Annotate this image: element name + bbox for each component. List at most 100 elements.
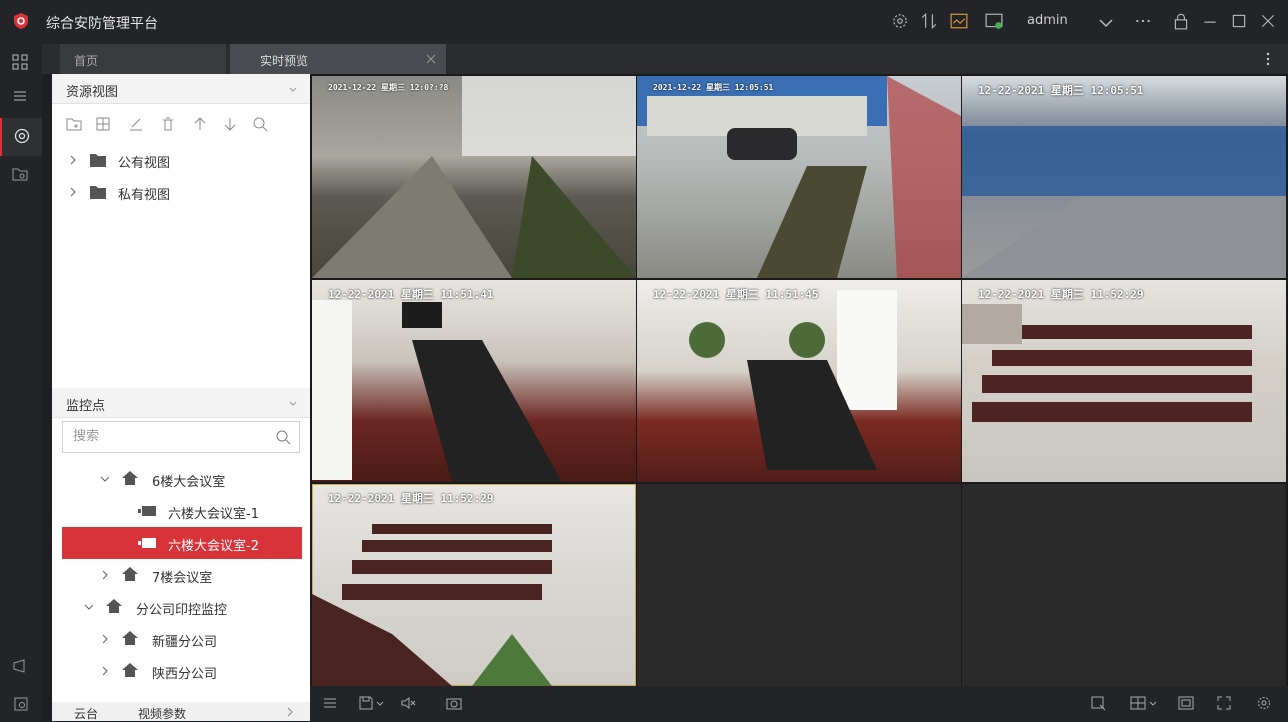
download-icon[interactable] bbox=[13, 696, 29, 712]
tree-node-7f-meeting-room[interactable]: 7楼会议室 bbox=[52, 559, 310, 591]
tree-item-public-view[interactable]: 公有视图 bbox=[52, 144, 310, 176]
camera-icon bbox=[138, 538, 156, 548]
collapse-chevron-icon[interactable] bbox=[288, 84, 298, 94]
close-icon[interactable] bbox=[1259, 12, 1277, 30]
save-chevron-down-icon[interactable] bbox=[376, 700, 384, 708]
tree-item-label: 私有视图 bbox=[118, 188, 171, 203]
chevron-right-icon[interactable] bbox=[68, 155, 78, 165]
left-rail bbox=[0, 44, 42, 721]
move-up-icon[interactable] bbox=[192, 116, 208, 132]
video-cell[interactable]: 12-22-2021 星期三 12:05:51 bbox=[962, 76, 1286, 278]
camera-item-selected[interactable]: 六楼大会议室-2 bbox=[62, 527, 302, 559]
maximize-icon[interactable] bbox=[1230, 12, 1248, 30]
lock-icon[interactable] bbox=[1172, 12, 1190, 30]
move-down-icon[interactable] bbox=[222, 116, 238, 132]
tree-node-label: 分公司印控监控 bbox=[136, 603, 228, 618]
tree-node-6f-meeting-room[interactable]: 6楼大会议室 bbox=[52, 463, 310, 495]
tree-node-shaanxi[interactable]: 陕西分公司 bbox=[52, 655, 310, 687]
more-icon[interactable] bbox=[1134, 12, 1152, 30]
tree-node-label: 新疆分公司 bbox=[152, 635, 218, 650]
chevron-down-icon[interactable] bbox=[84, 602, 94, 612]
folder-icon bbox=[90, 154, 106, 167]
live-preview-nav[interactable] bbox=[0, 118, 42, 156]
user-chevron-down-icon[interactable] bbox=[1097, 14, 1115, 32]
chevron-right-icon[interactable] bbox=[100, 634, 110, 644]
layout-grid-icon[interactable] bbox=[1130, 695, 1146, 711]
video-osd: 12-22-2021 星期三 11:52:29 bbox=[328, 492, 494, 505]
video-cell[interactable]: 2021-12-22 星期三 12:05:51 bbox=[637, 76, 961, 278]
resource-panel: 资源视图 公有视图 私有视图 监控点 6楼大会议室 六楼大会议室-1 六楼大会议… bbox=[52, 74, 310, 721]
search-icon[interactable] bbox=[275, 429, 291, 445]
camera-item[interactable]: 六楼大会议室-1 bbox=[52, 495, 310, 527]
video-osd: 12-22-2021 星期三 11:51:45 bbox=[653, 288, 819, 301]
tab-live-preview[interactable]: 实时预览 bbox=[230, 44, 446, 74]
region-home-icon bbox=[122, 567, 138, 581]
monitor-points-header[interactable]: 监控点 bbox=[52, 388, 310, 418]
video-cell[interactable]: 2021-12-22 星期三 12:0?:?8 bbox=[312, 76, 636, 278]
app-title: 综合安防管理平台 bbox=[46, 16, 158, 32]
window-mode-icon[interactable] bbox=[1178, 695, 1194, 711]
app-logo-icon bbox=[14, 13, 28, 29]
mute-icon[interactable] bbox=[400, 695, 416, 711]
region-home-icon bbox=[122, 631, 138, 645]
add-view-icon[interactable] bbox=[96, 116, 112, 132]
chevron-right-icon[interactable] bbox=[286, 707, 294, 717]
monitor-points-title: 监控点 bbox=[66, 399, 106, 414]
chevron-right-icon[interactable] bbox=[100, 666, 110, 676]
username-label[interactable]: admin bbox=[1027, 13, 1068, 28]
save-icon[interactable] bbox=[358, 695, 374, 711]
video-osd: 2021-12-22 星期三 12:05:51 bbox=[653, 83, 774, 92]
chevron-right-icon[interactable] bbox=[100, 570, 110, 580]
chevron-down-icon[interactable] bbox=[100, 474, 110, 484]
video-cell[interactable]: 12-22-2021 星期三 11:51:41 bbox=[312, 280, 636, 482]
alarm-icon[interactable] bbox=[0, 648, 42, 686]
snapshot-camera-icon[interactable] bbox=[446, 695, 462, 711]
video-osd: 12-22-2021 星期三 12:05:51 bbox=[978, 84, 1144, 97]
resource-view-header[interactable]: 资源视图 bbox=[52, 74, 310, 104]
resource-view-title: 资源视图 bbox=[66, 85, 119, 100]
search-field[interactable] bbox=[62, 421, 300, 453]
tab-home-label: 首页 bbox=[74, 54, 99, 68]
tree-node-label: 7楼会议室 bbox=[152, 571, 213, 586]
video-osd: 12-22-2021 星期三 11:52:29 bbox=[978, 288, 1144, 301]
delete-icon[interactable] bbox=[160, 116, 176, 132]
settings-gear-icon[interactable] bbox=[891, 12, 909, 30]
add-folder-icon[interactable] bbox=[66, 116, 82, 132]
fullscreen-icon[interactable] bbox=[1216, 695, 1232, 711]
video-cell-empty[interactable] bbox=[962, 484, 1286, 686]
video-params-tab[interactable]: 视频参数 bbox=[138, 705, 186, 722]
menu-lines-icon[interactable] bbox=[322, 695, 338, 711]
search-icon[interactable] bbox=[252, 116, 268, 132]
layout-chevron-down-icon[interactable] bbox=[1149, 700, 1157, 708]
image-status-icon[interactable] bbox=[985, 12, 1003, 30]
video-cell[interactable]: 12-22-2021 星期三 11:51:45 bbox=[637, 280, 961, 482]
panel-footer-tabs: 云台 视频参数 bbox=[52, 702, 310, 721]
tab-bar: 首页 实时预览 bbox=[42, 44, 1288, 74]
chevron-right-icon[interactable] bbox=[68, 187, 78, 197]
tree-item-label: 公有视图 bbox=[118, 156, 171, 171]
playback-folder-icon[interactable] bbox=[0, 156, 42, 194]
monitor-chart-icon[interactable] bbox=[950, 12, 968, 30]
menu-grid-icon[interactable] bbox=[0, 44, 42, 82]
tree-node-xinjiang[interactable]: 新疆分公司 bbox=[52, 623, 310, 655]
tab-home[interactable]: 首页 bbox=[60, 44, 226, 74]
tab-close-icon[interactable] bbox=[426, 54, 436, 64]
settings-gear-icon[interactable] bbox=[1256, 695, 1272, 711]
clear-screen-icon[interactable] bbox=[1090, 695, 1106, 711]
video-cell-empty[interactable] bbox=[637, 484, 961, 686]
search-input[interactable] bbox=[71, 428, 275, 445]
ptz-tab[interactable]: 云台 bbox=[74, 705, 98, 722]
edit-icon[interactable] bbox=[128, 116, 144, 132]
tree-node-branch-monitor[interactable]: 分公司印控监控 bbox=[52, 591, 310, 623]
list-icon[interactable] bbox=[0, 78, 42, 116]
transfer-icon[interactable] bbox=[920, 12, 938, 30]
tree-item-private-view[interactable]: 私有视图 bbox=[52, 176, 310, 208]
tab-live-label: 实时预览 bbox=[260, 54, 309, 68]
title-bar: 综合安防管理平台 admin bbox=[0, 0, 1288, 44]
video-osd: 12-22-2021 星期三 11:51:41 bbox=[328, 288, 494, 301]
tab-menu-icon[interactable] bbox=[1265, 52, 1271, 66]
video-cell[interactable]: 12-22-2021 星期三 11:52:29 bbox=[962, 280, 1286, 482]
minimize-icon[interactable] bbox=[1201, 12, 1219, 30]
video-cell-selected[interactable]: 12-22-2021 星期三 11:52:29 bbox=[312, 484, 636, 686]
collapse-chevron-icon[interactable] bbox=[288, 398, 298, 408]
